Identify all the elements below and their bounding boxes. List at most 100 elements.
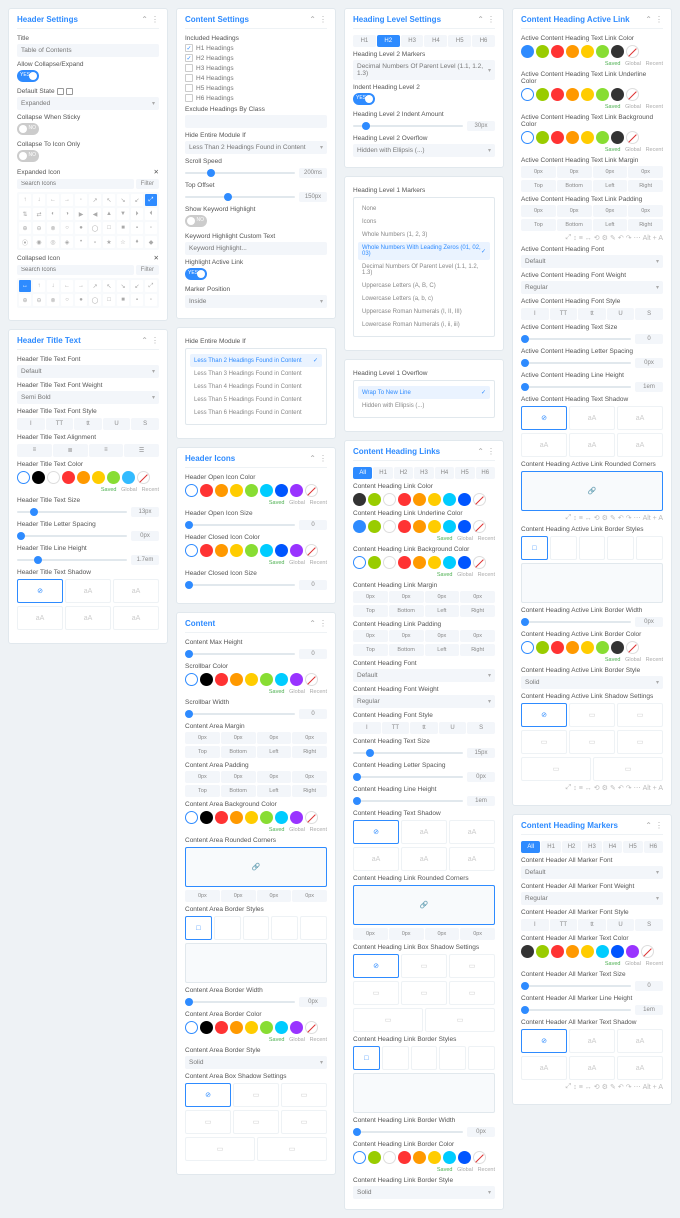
- tool-icon[interactable]: ↶: [618, 1083, 624, 1091]
- swatch[interactable]: [428, 520, 441, 533]
- shadow-opt[interactable]: aA: [17, 606, 63, 630]
- option[interactable]: Less Than 3 Headings Found in Content: [190, 368, 322, 380]
- shadow-opt[interactable]: aA: [617, 406, 663, 430]
- style-underline[interactable]: U: [103, 418, 131, 430]
- icon-option[interactable]: ◦: [75, 194, 87, 206]
- tool-icon[interactable]: ⚙: [602, 514, 608, 522]
- collapse-icon[interactable]: ⌃: [645, 821, 652, 830]
- tool-icon[interactable]: ⤢: [566, 784, 572, 792]
- slider[interactable]: [185, 524, 295, 526]
- align-justify[interactable]: ☰: [124, 444, 159, 457]
- palette-tabs[interactable]: Saved Global Recent: [353, 1167, 495, 1173]
- slider[interactable]: [521, 386, 631, 388]
- icon-option[interactable]: ⤢: [145, 194, 157, 206]
- border-side[interactable]: [243, 916, 270, 940]
- swatch[interactable]: [260, 811, 273, 824]
- side-input[interactable]: 0px: [460, 630, 495, 642]
- slider[interactable]: [353, 800, 463, 802]
- swatch[interactable]: [611, 641, 624, 654]
- border-side[interactable]: □: [521, 536, 548, 560]
- tool-icon[interactable]: ≡: [579, 515, 583, 522]
- shadow-opt[interactable]: aA: [569, 406, 615, 430]
- shadow-opt[interactable]: aA: [353, 847, 399, 871]
- tab-all[interactable]: All: [353, 467, 372, 479]
- side-input[interactable]: 0px: [628, 205, 663, 217]
- swatch[interactable]: [245, 544, 258, 557]
- align-right[interactable]: ≡: [89, 444, 124, 457]
- select[interactable]: Semi Bold: [17, 391, 159, 404]
- swatch[interactable]: [77, 471, 90, 484]
- tool-icon[interactable]: ⚙: [602, 1083, 608, 1091]
- icon-option[interactable]: ▶: [75, 208, 87, 220]
- palette-tabs[interactable]: Saved Global Recent: [521, 147, 663, 153]
- tab-h1[interactable]: H1: [541, 841, 560, 853]
- icon-option[interactable]: •: [75, 236, 87, 248]
- icon-option[interactable]: ↓: [47, 280, 59, 292]
- style-btn[interactable]: U: [607, 919, 635, 931]
- icon-option[interactable]: ↗: [89, 280, 101, 292]
- color-picker[interactable]: [353, 1151, 366, 1164]
- shadow-opt[interactable]: ▭: [521, 730, 567, 754]
- tab-h2[interactable]: H2: [562, 841, 581, 853]
- icon-option[interactable]: ⊖: [33, 222, 45, 234]
- swatch[interactable]: [47, 471, 60, 484]
- swatch[interactable]: [215, 673, 228, 686]
- select[interactable]: Decimal Numbers Of Parent Level (1.1, 1.…: [353, 60, 495, 80]
- swatch[interactable]: [230, 544, 243, 557]
- color-picker[interactable]: [185, 484, 198, 497]
- icon-option[interactable]: →: [75, 280, 87, 292]
- slider[interactable]: [185, 713, 295, 715]
- icon-option[interactable]: ↘: [117, 194, 129, 206]
- side-input[interactable]: 0px: [292, 732, 327, 744]
- slider[interactable]: [521, 362, 631, 364]
- style-strike[interactable]: S: [131, 418, 159, 430]
- swatch[interactable]: [275, 484, 288, 497]
- icon-option[interactable]: ⊕: [19, 294, 31, 306]
- swatch[interactable]: [581, 945, 594, 958]
- tool-icon[interactable]: ⤢: [566, 1083, 572, 1091]
- icon-option[interactable]: ⦿: [19, 236, 31, 248]
- swatch[interactable]: [215, 811, 228, 824]
- icon-option[interactable]: ↔: [19, 280, 31, 292]
- swatch[interactable]: [215, 544, 228, 557]
- side-input[interactable]: 0px: [389, 630, 424, 642]
- swatch[interactable]: [536, 945, 549, 958]
- shadow-opt[interactable]: ▭: [281, 1110, 327, 1134]
- tab-h3[interactable]: H3: [582, 841, 601, 853]
- menu-icon[interactable]: ⋮: [655, 15, 663, 24]
- tool-icon[interactable]: ↕: [573, 515, 577, 522]
- style-btn[interactable]: TT: [550, 919, 578, 931]
- style-btn[interactable]: TT: [382, 722, 410, 734]
- swatch[interactable]: [122, 471, 135, 484]
- select[interactable]: Inside: [185, 295, 327, 308]
- border-side[interactable]: [300, 916, 327, 940]
- swatch[interactable]: [290, 1021, 303, 1034]
- slider[interactable]: [353, 125, 463, 127]
- side-input[interactable]: 0px: [425, 630, 460, 642]
- swatch[interactable]: [443, 1151, 456, 1164]
- shadow-opt[interactable]: aA: [401, 820, 447, 844]
- swatch[interactable]: [611, 945, 624, 958]
- title-input[interactable]: [17, 44, 159, 57]
- swatch[interactable]: [413, 556, 426, 569]
- color-picker[interactable]: [521, 131, 534, 144]
- icon-option[interactable]: ▫: [145, 294, 157, 306]
- slider[interactable]: [521, 621, 631, 623]
- style-italic[interactable]: I: [17, 418, 45, 430]
- option[interactable]: Less Than 6 Headings Found in Content: [190, 407, 322, 419]
- border-side[interactable]: [636, 536, 663, 560]
- close-icon[interactable]: ✕: [154, 168, 159, 176]
- select[interactable]: Solid: [353, 1186, 495, 1199]
- toggle[interactable]: NO: [17, 123, 39, 135]
- border-side[interactable]: [411, 1046, 438, 1070]
- shadow-opt[interactable]: aA: [569, 433, 615, 457]
- side-input[interactable]: 0px: [353, 630, 388, 642]
- swatch[interactable]: [260, 484, 273, 497]
- shadow-none[interactable]: ⊘: [185, 1083, 231, 1107]
- slider[interactable]: [521, 985, 631, 987]
- toggle[interactable]: YES: [353, 93, 375, 105]
- swatch[interactable]: [521, 45, 534, 58]
- icon-option[interactable]: ⊖: [33, 294, 45, 306]
- swatch[interactable]: [290, 811, 303, 824]
- tab-h4[interactable]: H4: [603, 841, 622, 853]
